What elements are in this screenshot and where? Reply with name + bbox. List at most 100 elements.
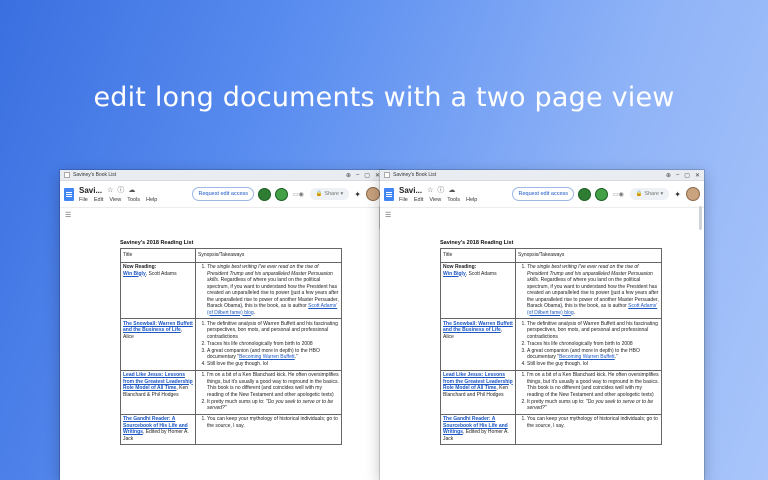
takeaway-item: Still love the guy though. lol	[207, 361, 339, 368]
minimize-icon[interactable]: –	[676, 172, 679, 178]
menu-item-file[interactable]: File	[399, 197, 408, 203]
takeaway-lead: It pretty much sums up to:	[207, 398, 266, 405]
menu-item-edit[interactable]: Edit	[94, 197, 103, 203]
takeaway-text: I'm on a bit of a Ken Blanchard kick. He…	[207, 372, 339, 398]
menu-item-edit[interactable]: Edit	[414, 197, 423, 203]
docs-window-right: Saviney's Book List ⊕ – ▢ ✕ Savi... ☆ ⓘ …	[380, 170, 704, 480]
takeaway-item: The definitive analysis of Warren Buffet…	[527, 321, 659, 341]
book-title-link[interactable]: Win Bigly	[123, 271, 146, 277]
synopsis-cell: The definitive analysis of Warren Buffet…	[515, 318, 662, 371]
star-icon[interactable]: ☆	[427, 186, 433, 194]
table-header-row: Title Synopsis/Takeaways	[120, 248, 342, 263]
menu-item-help[interactable]: Help	[146, 197, 157, 203]
book-title-link[interactable]: The Snowball: Warren Buffett and the Bus…	[443, 321, 513, 334]
google-docs-icon[interactable]	[384, 187, 394, 201]
document-outline-icon[interactable]: ☰	[385, 211, 391, 219]
extensions-icon[interactable]: ⊕	[346, 172, 351, 179]
request-edit-access-button[interactable]: Request edit access	[512, 187, 575, 201]
takeaway-item: You can keep your mythology of historica…	[527, 416, 659, 429]
cloud-status-icon[interactable]: ☁	[128, 186, 135, 194]
book-title-link[interactable]: Win Bigly	[443, 271, 466, 277]
takeaway-item: Traces his life chronologically from bir…	[527, 341, 659, 348]
info-icon[interactable]: ⓘ	[437, 185, 444, 195]
menu-item-view[interactable]: View	[109, 197, 121, 203]
share-button[interactable]: 🔒 Share ▾	[629, 188, 670, 200]
cloud-status-icon[interactable]: ☁	[448, 186, 455, 194]
collaborator-avatar-1[interactable]	[258, 187, 272, 201]
takeaway-tail: .	[253, 309, 256, 316]
takeaway-list: The definitive analysis of Warren Buffet…	[198, 321, 339, 368]
menu-item-help[interactable]: Help	[466, 197, 477, 203]
info-icon[interactable]: ⓘ	[117, 185, 124, 195]
takeaway-tail: .	[573, 309, 576, 316]
window-titlebar: Saviney's Book List ⊕ – ▢ ✕	[60, 170, 384, 181]
takeaway-item: A great companion (and more in depth) to…	[527, 348, 659, 361]
extensions-icon[interactable]: ⊕	[666, 172, 671, 179]
book-title-link[interactable]: The Snowball: Warren Buffett and the Bus…	[123, 321, 193, 334]
synopsis-cell: The definitive analysis of Warren Buffet…	[195, 318, 342, 371]
title-cell: The Gandhi Reader: A Sourcebook of His L…	[440, 413, 516, 445]
menu-bar: File Edit View Tools Help	[79, 197, 163, 203]
close-icon[interactable]: ✕	[695, 172, 700, 179]
user-avatar[interactable]	[366, 187, 380, 201]
menu-item-tools[interactable]: Tools	[447, 197, 460, 203]
document-page: Saviney's 2018 Reading List Title Synopsi…	[120, 240, 360, 445]
takeaway-item: It pretty much sums up to: "Do you seek …	[527, 399, 659, 412]
meet-toggle-icon[interactable]: ▭◉	[613, 191, 624, 198]
gemini-sparkle-icon[interactable]: ✦	[354, 190, 361, 199]
menu-item-tools[interactable]: Tools	[127, 197, 140, 203]
user-avatar[interactable]	[686, 187, 700, 201]
title-cell: The Gandhi Reader: A Sourcebook of His L…	[120, 413, 196, 445]
takeaway-link[interactable]: Becoming Warren Buffett	[559, 354, 615, 360]
maximize-icon[interactable]: ▢	[684, 172, 690, 179]
takeaway-item: You can keep your mythology of historica…	[207, 416, 339, 429]
reading-list-table: Title Synopsis/Takeaways Now Reading: Win B…	[440, 248, 662, 445]
menu-item-view[interactable]: View	[429, 197, 441, 203]
share-button[interactable]: 🔒 Share ▾	[309, 188, 350, 200]
minimize-icon[interactable]: –	[356, 172, 359, 178]
takeaway-lead: It pretty much sums up to:	[527, 398, 586, 405]
request-edit-access-button[interactable]: Request edit access	[192, 187, 255, 201]
takeaway-link[interactable]: Becoming Warren Buffett	[239, 354, 295, 360]
table-row: The Gandhi Reader: A Sourcebook of His L…	[120, 413, 342, 445]
title-block: Savi... ☆ ⓘ ☁ File Edit View Tools Help	[399, 185, 483, 204]
gemini-sparkle-icon[interactable]: ✦	[674, 190, 681, 199]
menu-item-file[interactable]: File	[79, 197, 88, 203]
collaborator-avatar-1[interactable]	[578, 187, 592, 201]
takeaway-text: You can keep your mythology of historica…	[207, 416, 338, 429]
headline: edit long documents with a two page view	[93, 82, 675, 113]
takeaway-text: Still love the guy though. lol	[207, 361, 268, 367]
star-icon[interactable]: ☆	[107, 186, 113, 194]
meet-toggle-icon[interactable]: ▭◉	[293, 191, 304, 198]
synopsis-cell: You can keep your mythology of historica…	[195, 413, 342, 445]
takeaway-item: Traces his life chronologically from bir…	[207, 341, 339, 348]
takeaway-list: The single best writing I've ever read o…	[518, 264, 659, 316]
takeaway-list: You can keep your mythology of historica…	[518, 416, 659, 429]
document-outline-icon[interactable]: ☰	[65, 211, 71, 219]
synopsis-cell: I'm on a bit of a Ken Blanchard kick. He…	[515, 369, 662, 415]
share-label: Share	[324, 191, 339, 197]
page-title: Saviney's 2018 Reading List	[120, 240, 194, 246]
collaborator-avatar-2[interactable]	[275, 187, 289, 201]
title-cell: The Snowball: Warren Buffett and the Bus…	[440, 318, 516, 371]
takeaway-text: I'm on a bit of a Ken Blanchard kick. He…	[527, 372, 659, 398]
collaborator-avatar-2[interactable]	[595, 187, 609, 201]
window-titlebar: Saviney's Book List ⊕ – ▢ ✕	[380, 170, 704, 181]
document-name[interactable]: Savi...	[79, 186, 102, 195]
column-header: Title	[440, 248, 516, 263]
takeaway-item: Still love the guy though. lol	[527, 361, 659, 368]
window-title: Saviney's Book List	[393, 172, 437, 178]
table-row: Now Reading:Win Bigly, Scott AdamsThe si…	[440, 261, 662, 319]
table-row: The Gandhi Reader: A Sourcebook of His L…	[440, 413, 662, 445]
title-cell: The Snowball: Warren Buffett and the Bus…	[120, 318, 196, 371]
maximize-icon[interactable]: ▢	[364, 172, 370, 179]
takeaway-list: The single best writing I've ever read o…	[198, 264, 339, 316]
synopsis-cell: The single best writing I've ever read o…	[195, 261, 342, 319]
google-docs-icon[interactable]	[64, 187, 74, 201]
takeaway-text: The definitive analysis of Warren Buffet…	[207, 320, 338, 340]
takeaway-tail: ."	[614, 354, 618, 360]
document-name[interactable]: Savi...	[399, 186, 422, 195]
book-author: , Scott Adams	[465, 270, 497, 277]
book-author: , Scott Adams	[145, 270, 177, 277]
scrollbar[interactable]	[699, 206, 702, 230]
